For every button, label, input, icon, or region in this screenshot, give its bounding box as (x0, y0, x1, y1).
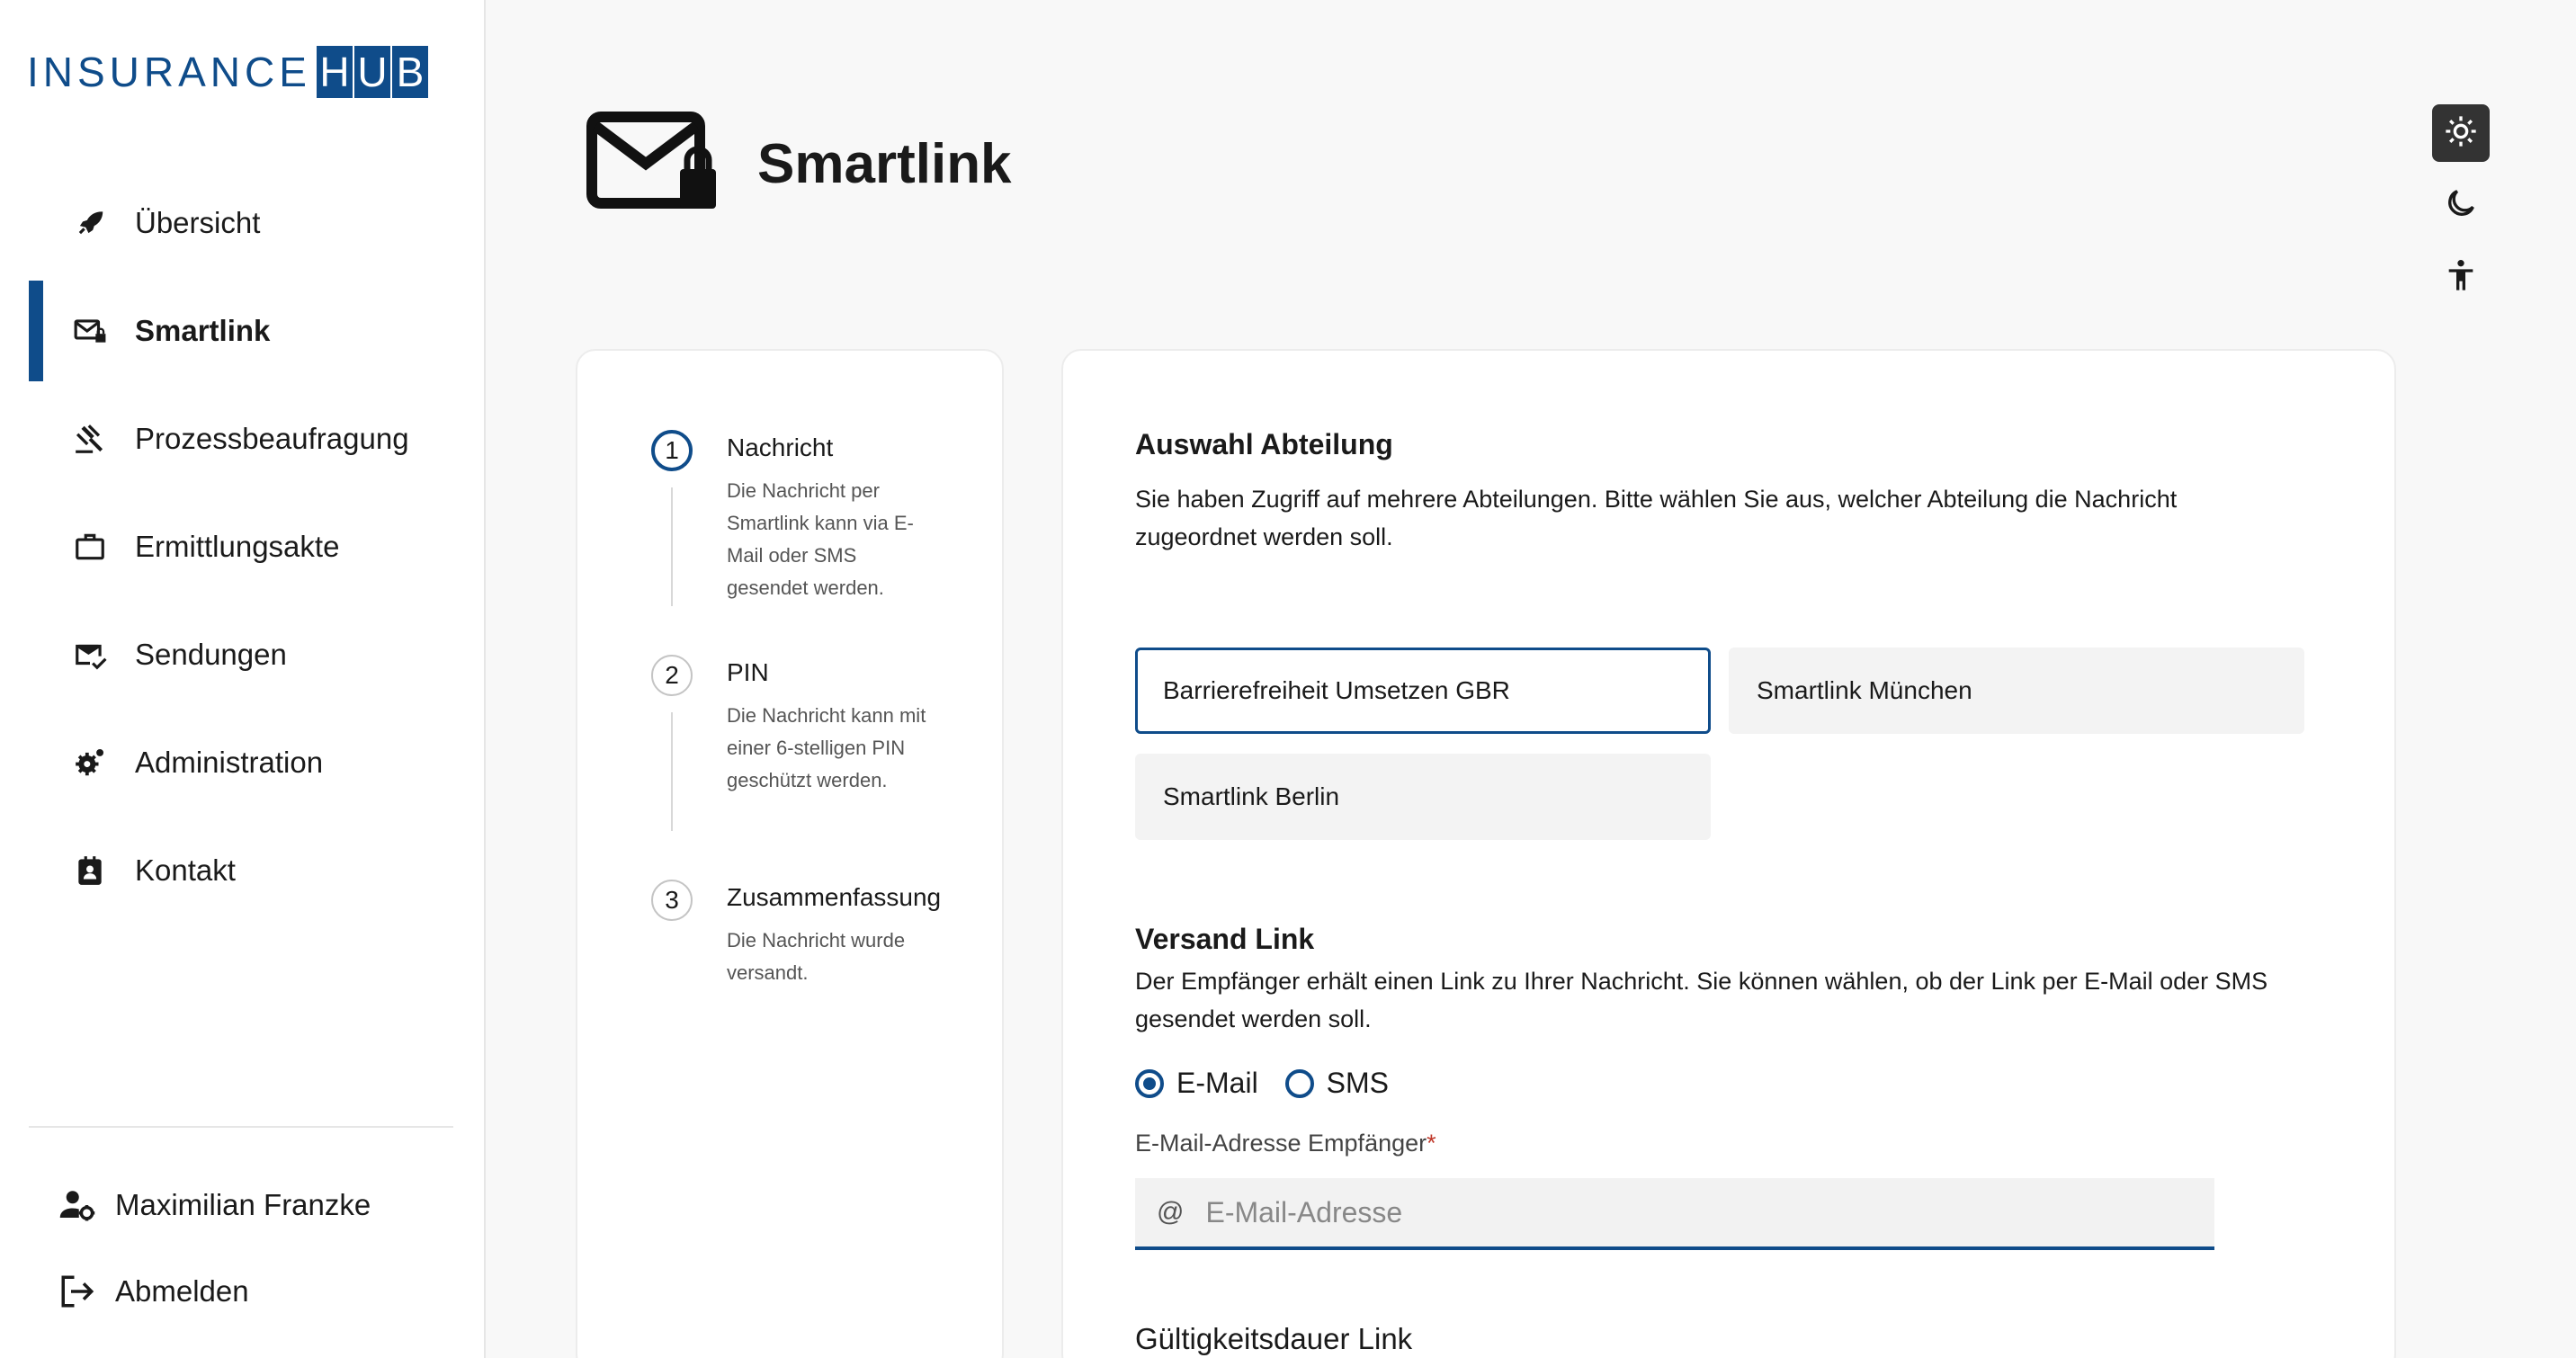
logout-button[interactable]: Abmelden (58, 1272, 249, 1311)
step-description: Die Nachricht wurde versandt. (727, 929, 906, 984)
sidebar-item-uebersicht[interactable]: Übersicht (29, 169, 459, 277)
radio-label: E-Mail (1176, 1067, 1258, 1099)
logout-label: Abmelden (115, 1274, 249, 1308)
required-mark: * (1427, 1130, 1436, 1157)
accessibility-button[interactable] (2432, 248, 2490, 306)
step-description: Die Nachricht kann mit einer 6-stelligen… (727, 704, 926, 791)
step-title: Nachricht (727, 433, 834, 461)
step-number: 1 (651, 430, 693, 471)
sidebar-item-smartlink[interactable]: Smartlink (29, 277, 459, 385)
step-connector (671, 712, 673, 831)
smartlink-form-card: Auswahl Abteilung Sie haben Zugriff auf … (1061, 349, 2396, 1358)
moon-icon (2443, 185, 2479, 226)
sidebar-divider (29, 1126, 453, 1128)
sidebar-item-administration[interactable]: Administration (29, 709, 459, 817)
department-description: Sie haben Zugriff auf mehrere Abteilunge… (1135, 486, 2178, 550)
logo[interactable]: INSURANCE H U B (27, 45, 430, 99)
sidebar-item-kontakt[interactable]: Kontakt (29, 817, 459, 925)
radio-email[interactable]: E-Mail (1135, 1067, 1258, 1100)
sidebar-item-label: Sendungen (135, 638, 287, 671)
gavel-icon (72, 421, 108, 457)
dark-theme-button[interactable] (2432, 176, 2490, 234)
sidebar: INSURANCE H U B Übersicht Smartlink Proz… (0, 0, 486, 1358)
user-name: Maximilian Franzke (115, 1188, 371, 1221)
radio-label: SMS (1326, 1067, 1390, 1099)
sun-icon (2443, 113, 2479, 154)
sidebar-item-ermittlungsakte[interactable]: Ermittlungsakte (29, 493, 459, 601)
department-option-smartlink-berlin[interactable]: Smartlink Berlin (1135, 754, 1711, 840)
radio-checked-indicator (1135, 1068, 1164, 1098)
sidebar-item-label: Prozessbeaufragung (135, 422, 409, 455)
mail-lock-icon (72, 313, 108, 349)
email-field[interactable]: @ (1135, 1178, 2214, 1250)
sidebar-item-label: Ermittlungsakte (135, 530, 340, 563)
mail-lock-icon (586, 112, 721, 217)
sidebar-item-label: Übersicht (135, 206, 261, 239)
validity-heading: Gültigkeitsdauer Link (1135, 1322, 1413, 1355)
email-input[interactable] (1205, 1195, 2196, 1229)
department-option-barrierefreiheit[interactable]: Barrierefreiheit Umsetzen GBR (1135, 648, 1711, 734)
logout-icon (58, 1272, 97, 1311)
department-option-smartlink-muenchen[interactable]: Smartlink München (1729, 648, 2304, 734)
logo-text-right: H U B (316, 46, 430, 98)
page-header: Smartlink (586, 112, 1012, 217)
department-heading: Auswahl Abteilung (1135, 428, 1393, 460)
radio-sms[interactable]: SMS (1284, 1067, 1390, 1100)
step-description: Die Nachricht per Smartlink kann via E-M… (727, 479, 914, 599)
sidebar-item-label: Smartlink (135, 314, 271, 347)
step-connector (671, 487, 673, 606)
briefcase-icon (72, 529, 108, 565)
send-link-heading: Versand Link (1135, 923, 1315, 955)
stepper-card: 1 Nachricht Die Nachricht per Smartlink … (576, 349, 1004, 1358)
at-icon: @ (1157, 1197, 1185, 1227)
step-title: Zusammenfassung (727, 883, 942, 911)
sidebar-item-label: Kontakt (135, 853, 236, 887)
step-title: PIN (727, 658, 769, 686)
user-settings-icon (58, 1185, 97, 1225)
gear-icon (72, 745, 108, 781)
contact-card-icon (72, 853, 108, 889)
light-theme-button[interactable] (2432, 104, 2490, 162)
logo-text-left: INSURANCE (27, 49, 311, 95)
page-title: Smartlink (757, 133, 1012, 195)
send-method-radio-group: E-Mail SMS (1135, 1067, 1416, 1100)
sidebar-nav: Übersicht Smartlink Prozessbeaufragung E… (29, 169, 459, 925)
step-number: 2 (651, 655, 693, 696)
email-field-label: E-Mail-Adresse Empfänger* (1135, 1130, 1436, 1157)
user-profile-button[interactable]: Maximilian Franzke (58, 1185, 371, 1225)
accessibility-icon (2443, 257, 2479, 298)
mail-check-icon (72, 637, 108, 673)
sidebar-item-label: Administration (135, 746, 324, 779)
rocket-icon (72, 205, 108, 241)
step-number: 3 (651, 880, 693, 921)
sidebar-item-sendungen[interactable]: Sendungen (29, 601, 459, 709)
send-link-description: Der Empfänger erhält einen Link zu Ihrer… (1135, 968, 2268, 1032)
sidebar-item-prozessbeaufragung[interactable]: Prozessbeaufragung (29, 385, 459, 493)
radio-unchecked-indicator (1284, 1068, 1314, 1098)
